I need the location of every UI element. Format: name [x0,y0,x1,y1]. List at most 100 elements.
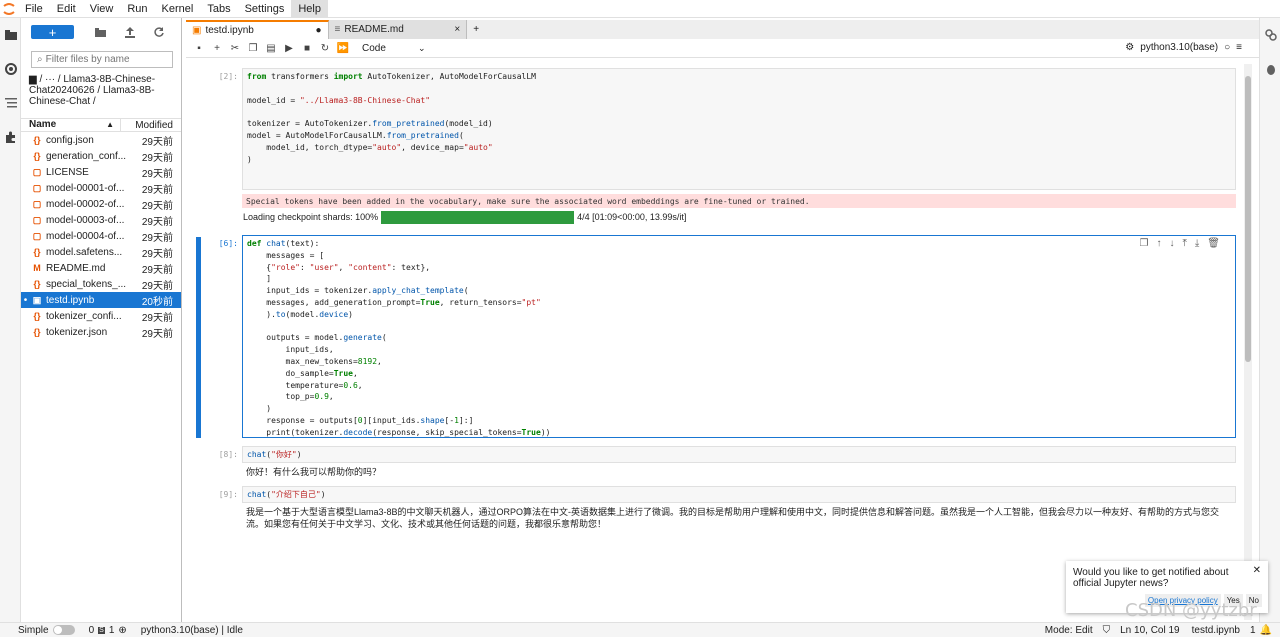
cell-type-select[interactable]: Code [362,43,418,54]
kernel-status[interactable]: python3.10(base) | Idle [141,625,243,636]
property-inspector-icon[interactable] [1260,18,1280,52]
current-file: testd.ipynb [1191,624,1240,636]
kernel-status-icon: ○ [1224,42,1231,53]
file-row[interactable]: M README.md 29天前 [21,260,181,276]
upload-icon[interactable] [115,26,144,38]
unsaved-dot-icon[interactable]: ● [315,25,321,36]
delete-icon[interactable]: 🗑 [1207,238,1220,249]
sort-up-icon: ▲ [106,120,114,129]
markdown-icon: ≡ [334,24,341,35]
breadcrumb[interactable]: ▆ / ··· / Llama3-8B-Chinese-Chat20240626… [29,74,174,110]
file-modified: 29天前 [141,216,173,228]
file-row[interactable]: {} tokenizer_confi... 29天前 [21,308,181,324]
file-modified: 29天前 [141,232,173,244]
simple-mode-toggle[interactable] [52,625,75,635]
cell-prompt: [6]: [218,239,238,248]
close-icon[interactable]: ✕ [1253,565,1261,576]
file-row[interactable]: ▢ LICENSE 29天前 [21,164,181,180]
notebook-icon: ▣ [192,25,202,36]
progress-label: Loading checkpoint shards: 100% [243,212,379,222]
restart-icon[interactable]: ↻ [316,43,334,54]
menu-run[interactable]: Run [120,0,154,18]
running-icon[interactable] [0,52,21,86]
code-cell[interactable]: chat("介绍下自己") [242,486,1236,503]
menu-help[interactable]: Help [291,0,328,18]
new-launcher-button[interactable]: + [31,25,75,39]
kernel-count[interactable]: 1 [109,625,115,636]
file-row[interactable]: {} tokenizer.json 29天前 [21,324,181,340]
copy-icon[interactable]: ❐ [244,43,262,54]
file-modified: 29天前 [141,136,173,148]
file-name: config.json [46,134,94,146]
debugger-icon[interactable] [1260,52,1280,86]
move-up-icon[interactable]: ↑ [1156,238,1161,249]
run-all-icon[interactable]: ⏩ [334,43,352,54]
menu-settings[interactable]: Settings [238,0,292,18]
cursor-position[interactable]: Ln 10, Col 19 [1120,625,1180,636]
file-modified: 29天前 [141,184,173,196]
run-icon[interactable]: ▶ [280,43,298,54]
menu-icon[interactable]: ≡ [1236,42,1242,53]
cut-icon[interactable]: ✂ [226,43,244,54]
file-row[interactable]: {} model.safetens... 29天前 [21,244,181,260]
code-cell[interactable]: chat("你好") [242,446,1236,463]
refresh-icon[interactable] [144,27,173,37]
tab-readme[interactable]: ≡ README.md × [328,20,468,39]
menu-bar: File Edit View Run Kernel Tabs Settings … [0,0,1280,18]
code-cell-active[interactable]: def chat(text): messages = [ {"role": "u… [242,235,1236,438]
kernel-indicator[interactable]: ⚙ python3.10(base) ○ ≡ [1125,42,1242,53]
file-row[interactable]: ▢ model-00004-of... 29天前 [21,228,181,244]
new-folder-icon[interactable] [86,27,115,37]
move-down-icon[interactable]: ↓ [1169,238,1174,249]
add-cell-icon[interactable]: + [208,43,226,54]
menu-edit[interactable]: Edit [50,0,83,18]
insert-above-icon[interactable]: ⤒ [1182,238,1186,249]
chevron-down-icon[interactable]: ⌄ [418,43,426,54]
stop-icon[interactable]: ■ [298,43,316,54]
globe-icon: ⊕ [118,624,127,636]
paste-icon[interactable]: ▤ [262,43,280,54]
scrollbar-thumb[interactable] [1245,76,1251,362]
file-row[interactable]: ▢ model-00001-of... 29天前 [21,180,181,196]
file-icon: {} [33,327,41,337]
file-row[interactable]: • ▣ testd.ipynb 20秒前 [21,292,181,308]
file-browser-toolbar: + [21,18,181,46]
menu-tabs[interactable]: Tabs [200,0,237,18]
insert-below-icon[interactable]: ⤓ [1195,238,1199,249]
close-icon[interactable]: × [454,24,460,35]
menu-view[interactable]: View [83,0,121,18]
cell-prompt: [9]: [218,490,238,499]
file-modified: 29天前 [141,168,173,180]
menu-file[interactable]: File [18,0,50,18]
folder-icon[interactable] [0,18,21,52]
code-cell[interactable]: from transformers import AutoTokenizer, … [242,68,1236,190]
file-name: special_tokens_... [46,278,127,290]
notification-count[interactable]: 1 [1250,625,1256,636]
bell-icon[interactable]: 🔔 [1260,625,1272,636]
column-name[interactable]: Name ▲ [21,118,121,132]
save-icon[interactable]: ▪ [190,43,208,54]
tab-label: README.md [344,24,404,35]
tab-testd[interactable]: ▣ testd.ipynb ● [186,20,329,39]
terminal-count[interactable]: 0 [89,625,95,636]
file-row[interactable]: ▢ model-00002-of... 29天前 [21,196,181,212]
add-tab-button[interactable]: + [467,20,486,39]
file-row[interactable]: {} generation_conf... 29天前 [21,148,181,164]
search-icon: ⌕ [37,54,43,65]
file-row[interactable]: {} special_tokens_... 29天前 [21,276,181,292]
menu-kernel[interactable]: Kernel [155,0,201,18]
filter-input[interactable]: ⌕ Filter files by name [31,51,173,68]
file-name: README.md [46,262,106,274]
extension-icon[interactable] [0,120,21,154]
file-modified: 29天前 [141,200,173,212]
scrollbar[interactable] [1244,64,1252,620]
toc-icon[interactable] [0,86,21,120]
file-name: LICENSE [46,166,89,178]
column-modified[interactable]: Modified [121,120,181,131]
file-row[interactable]: ▢ model-00003-of... 29天前 [21,212,181,228]
progress-output: Loading checkpoint shards: 100% 4/4 [01:0… [243,211,686,225]
file-row[interactable]: {} config.json 29天前 [21,132,181,148]
file-name: tokenizer_confi... [46,310,122,322]
tab-bar: ▣ testd.ipynb ● ≡ README.md × + [186,20,1259,39]
duplicate-icon[interactable]: ❐ [1139,238,1148,249]
